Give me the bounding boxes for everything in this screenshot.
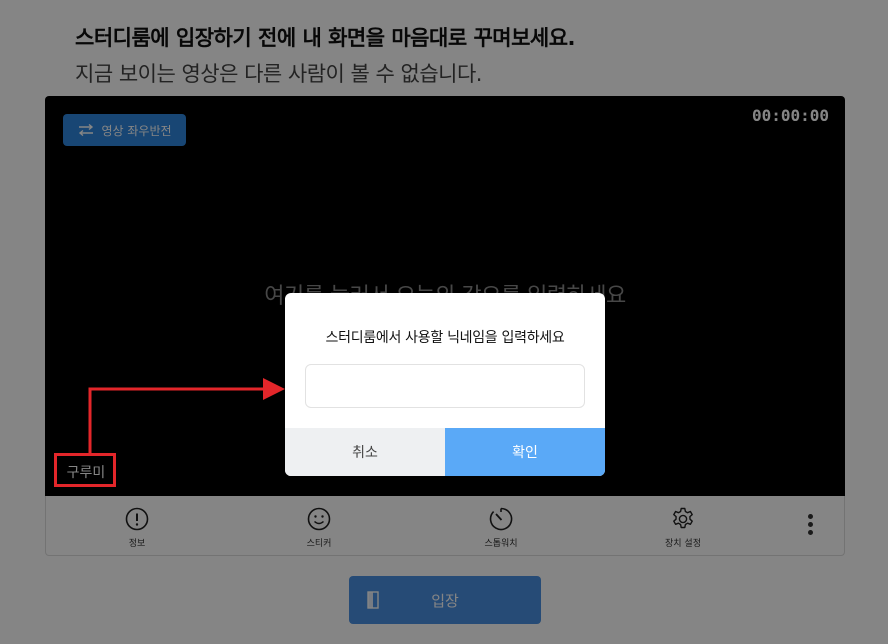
annotation-arrow bbox=[88, 378, 285, 455]
